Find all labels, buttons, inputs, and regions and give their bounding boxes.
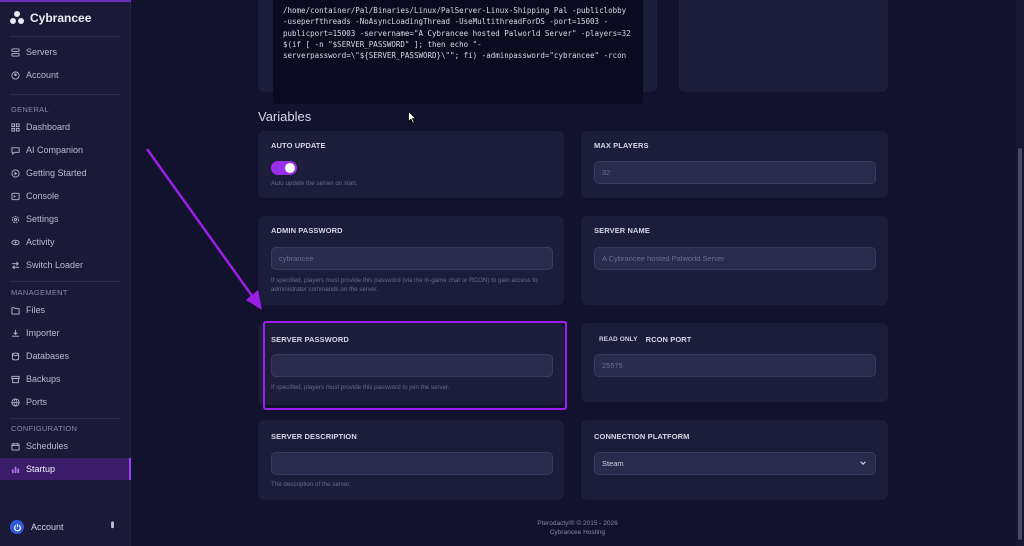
connection-platform-select[interactable]: Steam bbox=[594, 452, 876, 475]
sidebar-item-importer[interactable]: Importer bbox=[0, 322, 131, 344]
max-players-label: MAX PLAYERS bbox=[594, 141, 649, 150]
rcon-port-header: READ ONLY RCON PORT bbox=[599, 335, 692, 344]
admin-password-label: ADMIN PASSWORD bbox=[271, 226, 343, 235]
brand-name: Cybrancee bbox=[30, 11, 92, 25]
admin-password-input[interactable]: cybrancee bbox=[271, 247, 553, 270]
connection-platform-value: Steam bbox=[602, 459, 624, 468]
rcon-port-input: 25575 bbox=[594, 354, 876, 377]
sidebar-item-label: Databases bbox=[26, 351, 70, 361]
backups-icon bbox=[11, 375, 20, 383]
console-icon bbox=[11, 192, 20, 200]
servers-icon bbox=[11, 47, 20, 57]
brand-logo-icon bbox=[10, 11, 24, 25]
files-icon bbox=[11, 306, 20, 315]
variables-title: Variables bbox=[258, 109, 312, 124]
sidebar-item-label: Files bbox=[26, 305, 46, 315]
connection-platform-card: CONNECTION PLATFORM Steam bbox=[581, 420, 888, 500]
nav-divider bbox=[10, 94, 120, 95]
nav-heading-management: MANAGEMENT bbox=[11, 288, 68, 297]
sidebar-item-schedules[interactable]: Schedules bbox=[0, 435, 131, 457]
sidebar-item-label: AI Companion bbox=[26, 145, 84, 155]
read-only-badge: READ ONLY bbox=[599, 336, 638, 343]
max-players-input[interactable]: 32 bbox=[594, 161, 876, 184]
activity-icon bbox=[11, 239, 20, 245]
nav-heading-general: GENERAL bbox=[11, 105, 49, 114]
startup-icon bbox=[11, 466, 20, 473]
brand[interactable]: Cybrancee bbox=[10, 11, 91, 25]
sidebar-item-switch-loader[interactable]: Switch Loader bbox=[0, 254, 131, 276]
sidebar-item-servers[interactable]: Servers bbox=[0, 41, 131, 63]
server-description-input[interactable] bbox=[271, 452, 553, 475]
ports-icon bbox=[11, 397, 20, 407]
admin-password-card: ADMIN PASSWORD cybrancee If specified, p… bbox=[258, 216, 564, 305]
connection-platform-label: CONNECTION PLATFORM bbox=[594, 432, 690, 441]
sidebar-item-account[interactable]: Account bbox=[0, 64, 131, 86]
sidebar-item-getting-started[interactable]: Getting Started bbox=[0, 162, 131, 184]
sidebar-item-activity[interactable]: Activity bbox=[0, 231, 131, 253]
sidebar-item-dashboard[interactable]: Dashboard bbox=[0, 116, 131, 138]
auto-update-toggle[interactable] bbox=[271, 161, 297, 175]
auto-update-label: AUTO UPDATE bbox=[271, 141, 326, 150]
sidebar-item-label: Backups bbox=[26, 374, 61, 384]
sidebar-item-label: Importer bbox=[26, 328, 60, 338]
max-players-card: MAX PLAYERS 32 bbox=[581, 131, 888, 198]
sidebar-item-label: Servers bbox=[26, 47, 58, 57]
ai-companion-icon bbox=[11, 146, 20, 155]
admin-password-help: If specified, players must provide this … bbox=[271, 277, 538, 293]
sidebar-item-ai-companion[interactable]: AI Companion bbox=[0, 139, 131, 161]
schedules-icon bbox=[11, 442, 20, 451]
databases-icon bbox=[11, 352, 20, 360]
sidebar-item-databases[interactable]: Databases bbox=[0, 345, 131, 367]
sidebar-item-label: Switch Loader bbox=[26, 260, 84, 270]
sidebar-item-ports[interactable]: Ports bbox=[0, 391, 131, 413]
server-description-card: SERVER DESCRIPTION The description of th… bbox=[258, 420, 564, 500]
sidebar-item-label: Dashboard bbox=[26, 122, 71, 132]
footer-hosting: Cybrancee Hosting bbox=[549, 529, 606, 536]
sidebar-item-label: Ports bbox=[26, 397, 48, 407]
sidebar-item-label: Startup bbox=[26, 464, 56, 474]
nav-divider bbox=[10, 418, 120, 419]
scrollbar-thumb[interactable] bbox=[1018, 148, 1022, 540]
nav-divider bbox=[10, 281, 120, 282]
docker-image-card bbox=[679, 0, 888, 92]
rcon-port-label: RCON PORT bbox=[645, 335, 692, 344]
nav-heading-configuration: CONFIGURATION bbox=[11, 424, 78, 433]
sidebar-item-settings[interactable]: Settings bbox=[0, 208, 131, 230]
switch-loader-icon bbox=[11, 261, 20, 269]
mouse-cursor-icon bbox=[408, 111, 417, 124]
footer-copyright: Pterodactyl® © 2015 - 2026 bbox=[537, 520, 618, 527]
toggle-knob bbox=[285, 163, 295, 173]
chevron-down-icon bbox=[860, 461, 866, 465]
sidebar-item-label: Account bbox=[26, 70, 59, 80]
server-name-input[interactable]: A Cybrancee hosted Palworld Server bbox=[594, 247, 876, 270]
server-description-label: SERVER DESCRIPTION bbox=[271, 432, 357, 441]
getting-started-icon bbox=[11, 168, 20, 178]
importer-icon bbox=[11, 329, 20, 337]
server-description-help: The description of the server. bbox=[271, 481, 351, 488]
sidebar-item-label: Settings bbox=[26, 214, 59, 224]
sidebar-top-accent bbox=[0, 0, 131, 2]
account-icon bbox=[11, 70, 20, 80]
server-name-card: SERVER NAME A Cybrancee hosted Palworld … bbox=[581, 216, 888, 305]
dashboard-icon bbox=[11, 122, 20, 132]
sidebar-item-backups[interactable]: Backups bbox=[0, 368, 131, 390]
server-password-highlight bbox=[263, 321, 567, 410]
sidebar-item-label: Schedules bbox=[26, 441, 69, 451]
sidebar-item-files[interactable]: Files bbox=[0, 299, 131, 321]
brand-divider bbox=[10, 36, 120, 37]
sidebar: Cybrancee Servers Account GENERAL Dashbo… bbox=[0, 0, 131, 546]
sidebar-item-startup[interactable]: Startup bbox=[0, 458, 131, 480]
rcon-port-card: READ ONLY RCON PORT 25575 bbox=[581, 323, 888, 402]
settings-icon bbox=[11, 215, 20, 223]
auto-update-card: AUTO UPDATE Auto update the server on st… bbox=[258, 131, 564, 198]
sidebar-item-console[interactable]: Console bbox=[0, 185, 131, 207]
server-name-label: SERVER NAME bbox=[594, 226, 650, 235]
auto-update-help: Auto update the server on start. bbox=[271, 180, 358, 187]
sidebar-item-label: Activity bbox=[26, 237, 55, 247]
sidebar-item-label: Console bbox=[26, 191, 60, 201]
startup-command: /home/container/Pal/Binaries/Linux/PalSe… bbox=[273, 0, 643, 104]
sidebar-item-label: Getting Started bbox=[26, 168, 87, 178]
